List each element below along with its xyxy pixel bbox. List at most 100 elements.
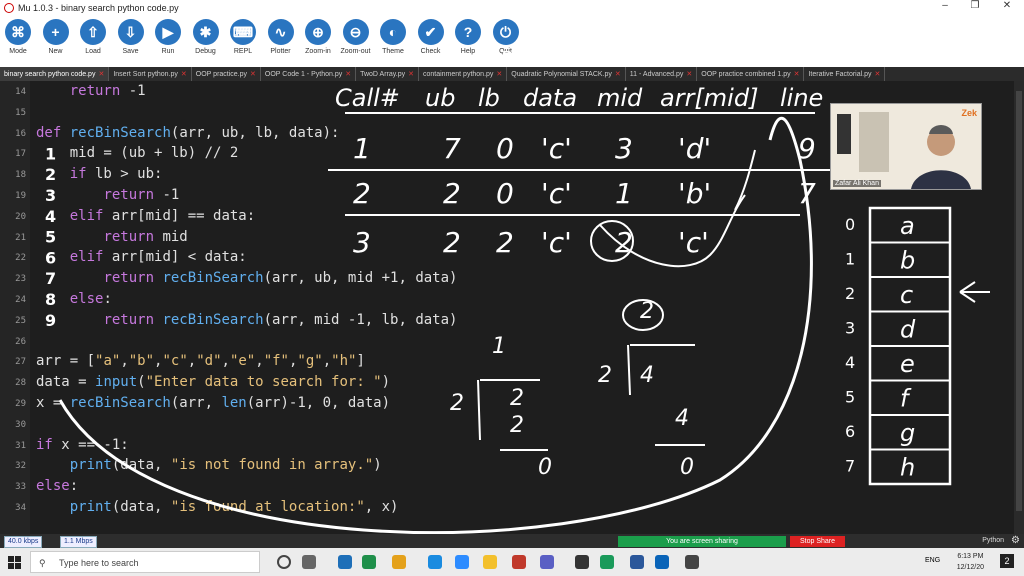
table-cell: 2 (443, 177, 461, 210)
array-cell-value: d (900, 316, 916, 344)
array-cell-value: g (900, 419, 915, 447)
margin-line-number: 9 (45, 311, 56, 330)
table-cell: 7 (443, 132, 461, 165)
array-cell-value: f (900, 385, 912, 413)
margin-line-number: 6 (45, 248, 56, 267)
margin-line-number: 5 (45, 228, 56, 247)
table-header: arr[mid] (660, 84, 758, 112)
table-cell: 0 (496, 132, 514, 165)
word-icon[interactable] (630, 555, 644, 569)
array-cell-value: c (900, 281, 913, 309)
margin-line-number: 2 (45, 165, 56, 184)
table-cell: 'd' (678, 132, 711, 165)
mail-icon[interactable] (338, 555, 352, 569)
calculator-icon[interactable] (685, 555, 699, 569)
cortana-icon[interactable] (277, 555, 291, 569)
upload-speed: 40.0 kbps (4, 536, 43, 548)
div2-remainder: 0 (680, 455, 694, 480)
file-explorer-icon[interactable] (483, 555, 497, 569)
status-bar: 40.0 kbps 1.1 Mbps You are screen sharin… (0, 534, 1024, 548)
current-index-arrow (959, 281, 990, 303)
table-cell: 2 (443, 226, 461, 259)
array-index: 1 (845, 250, 855, 269)
search-icon: ⚲ (39, 558, 46, 568)
div1-dividend: 2 (510, 386, 524, 411)
table-cell: 'b' (678, 177, 711, 210)
mu-editor-icon[interactable] (512, 555, 526, 569)
array-index: 5 (845, 388, 855, 407)
div1-product: 2 (510, 413, 524, 438)
table-cell: 1 (615, 177, 633, 210)
teams-icon[interactable] (540, 555, 554, 569)
table-header: ub (425, 84, 455, 112)
table-cell: 'c' (541, 132, 572, 165)
clock-time: 6:13 PM (957, 553, 984, 560)
chrome-icon[interactable] (392, 555, 406, 569)
table-header: Call# (335, 84, 400, 112)
div1-quotient: 1 (492, 334, 506, 359)
zoom-icon[interactable] (455, 555, 469, 569)
div1-divisor: 2 (450, 391, 464, 416)
download-speed: 1.1 Mbps (60, 536, 97, 548)
table-cell: 0 (496, 177, 514, 210)
presenter-video-icon (831, 104, 981, 189)
language-indicator[interactable]: ENG (925, 557, 940, 564)
stop-share-button[interactable]: Stop Share (790, 536, 845, 547)
presenter-name: Zafar Ali Khan (833, 180, 881, 187)
array-index: 6 (845, 422, 855, 441)
windows-start-icon[interactable] (8, 556, 21, 569)
margin-line-number: 8 (45, 290, 56, 309)
taskbar-search-input[interactable]: ⚲ Type here to search (30, 551, 260, 573)
handwriting-overlay: Params Call# ub lb data mid arr[mid] line 1 7 0 'c… (45, 47, 990, 534)
edge-icon[interactable] (362, 555, 376, 569)
table-cell: 3 (353, 226, 371, 259)
notification-icon[interactable]: 2 (1000, 554, 1014, 568)
settings-gear-icon[interactable]: ⚙ (1011, 535, 1020, 546)
outlook-icon[interactable] (655, 555, 669, 569)
table-cell: 2 (353, 177, 371, 210)
table-cell: 'c' (678, 226, 709, 259)
presenter-webcam: Zek Zafar Ali Khan (830, 103, 982, 190)
app-icon[interactable] (600, 555, 614, 569)
table-cell: 2 (496, 226, 514, 259)
div2-quotient: 2 (640, 299, 654, 324)
clock-date: 12/12/20 (956, 564, 984, 571)
params-heading: Params (500, 47, 575, 71)
system-clock[interactable]: 6:13 PM 12/12/20 (957, 551, 984, 573)
array-index: 3 (845, 319, 855, 338)
array-cell-value: h (900, 454, 915, 482)
table-header: line (780, 84, 823, 112)
array-index: 4 (845, 353, 855, 372)
mode-indicator[interactable]: Python (982, 537, 1004, 544)
store-icon[interactable] (428, 555, 442, 569)
margin-line-number: 7 (45, 269, 56, 288)
div2-product: 4 (675, 406, 689, 431)
table-header: lb (478, 84, 500, 112)
table-cell: 'c' (541, 226, 572, 259)
div2-dividend: 4 (640, 363, 654, 388)
array-index: 2 (845, 284, 855, 303)
margin-line-number: 1 (45, 144, 56, 163)
table-cell: 1 (353, 132, 371, 165)
video-icon[interactable] (575, 555, 589, 569)
array-index: 7 (845, 457, 855, 476)
array-index: 0 (845, 215, 855, 234)
table-header: data (523, 84, 577, 112)
webcam-brand: Zek (961, 108, 977, 118)
table-cell: 3 (615, 132, 633, 165)
windows-taskbar: ⚲ Type here to search ENG 6:13 PM 12/12/… (0, 548, 1024, 576)
array-cell-value: e (900, 350, 915, 378)
margin-line-number: 4 (45, 207, 56, 226)
table-header: mid (597, 84, 643, 112)
search-placeholder: Type here to search (59, 558, 139, 568)
task-view-icon[interactable] (302, 555, 316, 569)
div2-bracket (627, 344, 705, 446)
screen-sharing-banner: You are screen sharing (618, 536, 786, 547)
div1-remainder: 0 (538, 455, 552, 480)
table-cell: 'c' (541, 177, 572, 210)
div2-divisor: 2 (598, 363, 612, 388)
array-cell-value: a (900, 212, 915, 240)
return-arrow-2 (734, 149, 756, 211)
array-cell-value: b (900, 247, 915, 275)
margin-line-number: 3 (45, 186, 56, 205)
